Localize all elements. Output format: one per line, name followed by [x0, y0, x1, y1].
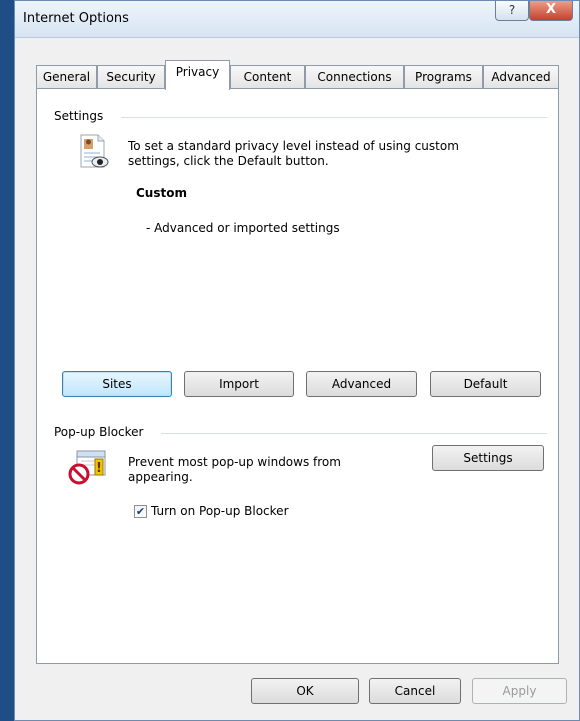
popup-blocker-group-title: Pop-up Blocker [54, 425, 144, 439]
popup-settings-button[interactable]: Settings [432, 445, 544, 471]
tab-general[interactable]: General [36, 65, 97, 89]
svg-text:!: ! [96, 461, 102, 476]
popup-blocker-icon: ! [68, 450, 106, 485]
tab-advanced[interactable]: Advanced [483, 65, 559, 89]
help-button[interactable]: ? [495, 1, 529, 21]
internet-options-dialog: Internet Options ? X General Security Pr… [14, 0, 580, 721]
settings-group-title: Settings [54, 109, 104, 123]
tab-programs[interactable]: Programs [404, 65, 483, 89]
close-button[interactable]: X [529, 1, 573, 21]
default-button[interactable]: Default [430, 371, 541, 397]
settings-description-line-1: To set a standard privacy level instead … [128, 139, 459, 153]
settings-description-line-2: settings, click the Default button. [128, 154, 329, 168]
popup-blocker-checkbox-label[interactable]: Turn on Pop-up Blocker [151, 504, 289, 519]
sites-button[interactable]: Sites [62, 371, 172, 397]
popup-blocker-group-divider [161, 433, 547, 434]
import-button[interactable]: Import [184, 371, 294, 397]
advanced-button[interactable]: Advanced [306, 371, 417, 397]
tab-content[interactable]: Content [230, 65, 305, 89]
apply-button[interactable]: Apply [472, 678, 567, 704]
settings-group-divider [121, 117, 547, 118]
popup-description-line-1: Prevent most pop-up windows from [128, 455, 341, 469]
tab-connections[interactable]: Connections [305, 65, 404, 89]
popup-blocker-checkbox[interactable]: ✔ [134, 505, 147, 518]
tab-privacy[interactable]: Privacy [165, 60, 230, 90]
title-bar[interactable]: Internet Options ? X [15, 1, 579, 38]
cancel-button[interactable]: Cancel [369, 678, 461, 704]
privacy-eye-icon [80, 134, 109, 168]
privacy-level-detail: - Advanced or imported settings [146, 221, 340, 235]
privacy-panel: Settings To set a standard privacy level… [36, 88, 559, 664]
privacy-level-name: Custom [136, 186, 187, 200]
tab-security[interactable]: Security [97, 65, 165, 89]
window-title: Internet Options [23, 11, 129, 26]
ok-button[interactable]: OK [251, 678, 359, 704]
popup-description-line-2: appearing. [128, 470, 193, 484]
